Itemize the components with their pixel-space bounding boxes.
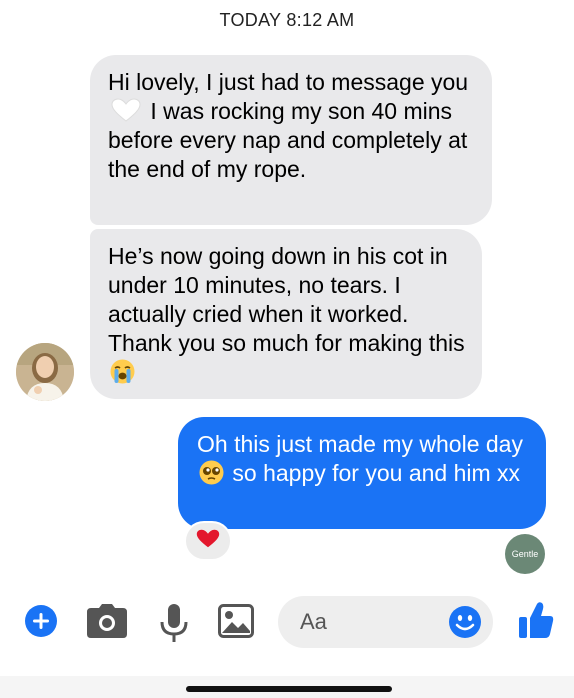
thumbs-up-icon[interactable] <box>518 601 554 644</box>
loudly-crying-face-icon <box>110 359 135 384</box>
emoji-icon[interactable] <box>448 605 482 644</box>
message-text: Oh this just made my whole day <box>197 431 523 457</box>
home-indicator[interactable] <box>186 686 392 692</box>
read-receipt-avatar: Gentle <box>505 534 545 574</box>
message-text-continued: so happy for you and him xx <box>232 460 521 486</box>
message-input[interactable]: Aa <box>278 596 493 648</box>
microphone-icon[interactable] <box>159 603 189 648</box>
red-heart-icon <box>196 528 220 554</box>
message-text: Hi lovely, I just had to message you <box>108 69 469 95</box>
message-input-placeholder: Aa <box>300 609 327 634</box>
plus-icon[interactable] <box>24 604 58 643</box>
outgoing-message[interactable]: Oh this just made my whole day so happy … <box>178 417 546 529</box>
read-receipt-label: Gentle <box>511 549 539 559</box>
avatar[interactable] <box>16 343 74 401</box>
incoming-message[interactable]: He’s now going down in his cot in under … <box>90 229 482 399</box>
message-reaction[interactable] <box>184 521 232 561</box>
camera-icon[interactable] <box>86 603 128 644</box>
pleading-face-icon <box>199 460 224 485</box>
incoming-message[interactable]: Hi lovely, I just had to message you I w… <box>90 55 492 225</box>
image-icon[interactable] <box>218 604 254 643</box>
message-text-continued: I was rocking my son 40 mins before ever… <box>108 98 468 182</box>
timestamp: TODAY 8:12 AM <box>219 10 355 30</box>
message-text: He’s now going down in his cot in under … <box>108 243 465 356</box>
white-heart-icon <box>111 98 141 122</box>
